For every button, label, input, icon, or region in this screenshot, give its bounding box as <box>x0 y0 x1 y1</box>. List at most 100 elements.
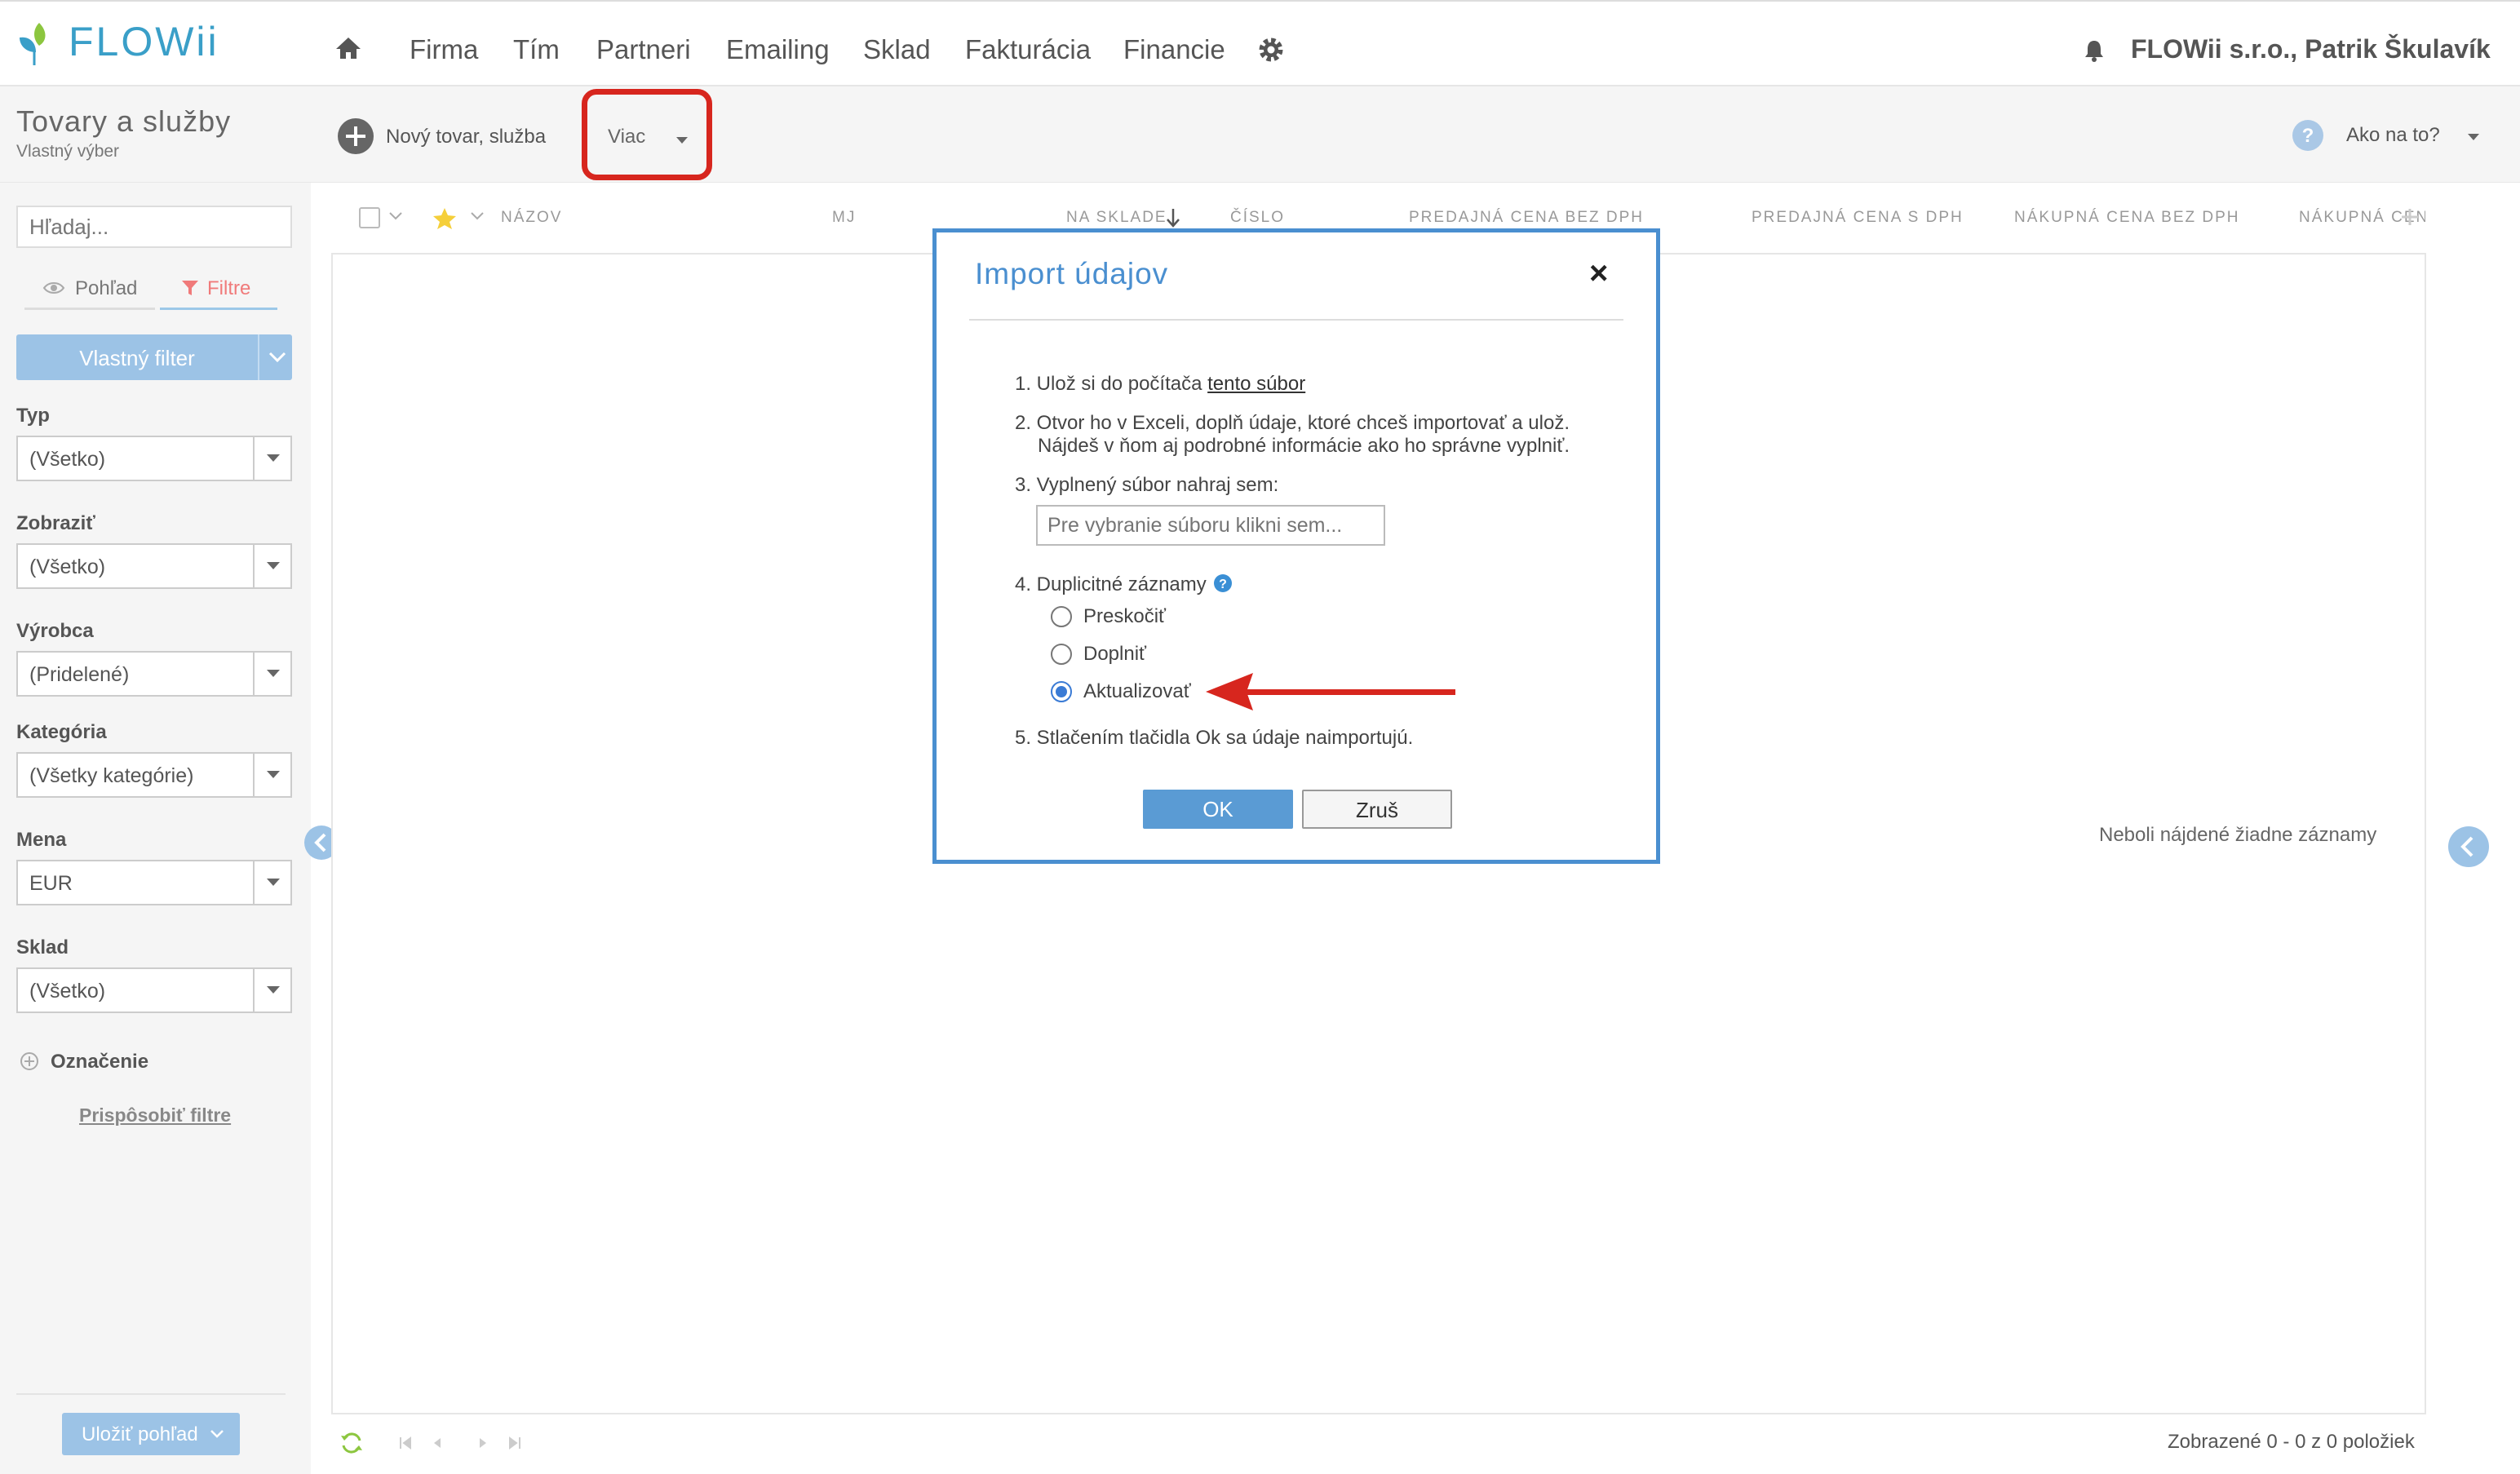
nav-emailing[interactable]: Emailing <box>726 34 830 65</box>
eye-icon <box>42 282 65 294</box>
save-view-button[interactable]: Uložiť pohľad <box>62 1413 240 1455</box>
tag-filter-toggle[interactable]: Označenie <box>20 1047 183 1077</box>
radio-button[interactable] <box>1051 606 1072 627</box>
select-value: (Všetko) <box>29 980 106 1003</box>
chevron-down-icon <box>676 137 688 144</box>
gear-icon[interactable] <box>1256 35 1286 64</box>
tab-filters[interactable]: Filtre <box>160 269 277 310</box>
filter-select-sklad[interactable]: (Všetko) <box>16 967 292 1013</box>
star-icon[interactable] <box>432 207 457 230</box>
tab-view[interactable]: Pohľad <box>24 269 155 310</box>
filter-icon <box>182 281 198 295</box>
expand-panel-icon[interactable] <box>2447 826 2490 868</box>
dropdown-arrow-icon <box>253 861 290 904</box>
filter-select-vyrobca[interactable]: (Pridelené) <box>16 651 292 697</box>
column-header-number[interactable]: ČÍSLO <box>1230 209 1285 227</box>
select-value: (Všetky kategórie) <box>29 764 194 787</box>
column-header-unit[interactable]: MJ <box>832 209 856 227</box>
tag-label: Označenie <box>51 1051 149 1073</box>
select-value: EUR <box>29 872 73 895</box>
chevron-down-icon[interactable] <box>388 210 403 222</box>
select-value: (Všetko) <box>29 448 106 471</box>
nav-sklad[interactable]: Sklad <box>863 34 931 65</box>
help-chevron-down-icon[interactable] <box>2468 134 2479 140</box>
chevron-down-icon <box>210 1430 224 1438</box>
filter-select-zobrazit[interactable]: (Všetko) <box>16 543 292 589</box>
filter-label-vyrobca: Výrobca <box>16 620 94 642</box>
info-icon[interactable]: ? <box>1213 573 1233 593</box>
help-icon[interactable]: ? <box>2292 119 2324 152</box>
page-subtitle: Vlastný výber <box>16 142 120 161</box>
step-2-line-1: 2. Otvor ho v Exceli, doplň údaje, ktoré… <box>1015 412 1570 434</box>
cancel-button[interactable]: Zruš <box>1302 790 1452 829</box>
radio-option-skip[interactable]: Preskočiť <box>1051 603 1230 631</box>
sidebar: Pohľad Filtre Vlastný filter Typ (Všetko… <box>0 183 311 1474</box>
column-header-name[interactable]: NÁZOV <box>501 209 562 227</box>
filter-label-sklad: Sklad <box>16 936 69 958</box>
radio-option-fill[interactable]: Doplniť <box>1051 640 1230 668</box>
top-navigation: FLOWii Firma Tím Partneri Emailing Sklad… <box>0 0 2520 86</box>
column-settings-icon[interactable] <box>2400 207 2420 227</box>
more-label: Viac <box>608 126 646 148</box>
filter-label-typ: Typ <box>16 405 50 427</box>
filter-label-mena: Mena <box>16 829 67 851</box>
import-dialog: Import údajov × 1. Ulož si do počítača t… <box>932 228 1660 864</box>
svg-text:?: ? <box>1220 578 1228 591</box>
file-upload-input[interactable] <box>1036 505 1385 546</box>
step-1-text: 1. Ulož si do počítača <box>1015 373 1202 395</box>
dropdown-arrow-icon <box>253 653 290 695</box>
nav-fakturacia[interactable]: Fakturácia <box>965 34 1091 65</box>
toolbar: Tovary a služby Vlastný výber Nový tovar… <box>0 86 2520 183</box>
radio-option-update[interactable]: Aktualizovať <box>1051 678 1230 706</box>
plus-circle-icon <box>20 1052 38 1070</box>
customize-filters-link[interactable]: Prispôsobiť filtre <box>79 1104 231 1127</box>
radio-label-update: Aktualizovať <box>1083 680 1191 702</box>
refresh-icon[interactable] <box>339 1431 364 1455</box>
filter-select-typ[interactable]: (Všetko) <box>16 436 292 481</box>
search-input[interactable] <box>16 206 292 248</box>
select-value: (Pridelené) <box>29 663 130 686</box>
select-value: (Všetko) <box>29 556 106 578</box>
template-file-link[interactable]: tento súbor <box>1207 373 1305 395</box>
step-5: 5. Stlačením tlačidla Ok sa údaje naimpo… <box>1015 727 1414 749</box>
nav-financie[interactable]: Financie <box>1123 34 1225 65</box>
filter-select-mena[interactable]: EUR <box>16 860 292 905</box>
column-header-sale-price-excl-vat[interactable]: PREDAJNÁ CENA BEZ DPH <box>1409 209 1644 227</box>
help-label[interactable]: Ako na to? <box>2346 124 2440 147</box>
select-all-checkbox[interactable] <box>359 207 380 228</box>
bell-icon[interactable] <box>2084 39 2105 62</box>
column-header-purchase-price-excl-vat[interactable]: NÁKUPNÁ CENA BEZ DPH <box>2014 209 2240 227</box>
last-page-icon[interactable] <box>507 1436 522 1450</box>
home-icon[interactable] <box>334 36 362 60</box>
radio-label-fill: Doplniť <box>1083 643 1147 665</box>
next-page-icon[interactable] <box>478 1436 489 1450</box>
chevron-down-icon[interactable] <box>470 210 485 222</box>
sort-down-arrow-icon <box>1167 209 1180 228</box>
nav-partneri[interactable]: Partneri <box>596 34 691 65</box>
new-item-label: Nový tovar, služba <box>386 126 547 148</box>
ok-button[interactable]: OK <box>1143 790 1293 829</box>
logo[interactable]: FLOWii <box>15 15 235 72</box>
new-item-button[interactable]: Nový tovar, služba <box>337 116 557 157</box>
dialog-title-divider <box>969 319 1623 321</box>
more-dropdown[interactable]: Viac <box>600 121 698 153</box>
nav-tim[interactable]: Tím <box>513 34 560 65</box>
tab-view-label: Pohľad <box>75 277 138 299</box>
column-header-stock[interactable]: NA SKLADE <box>1066 209 1167 227</box>
radio-button-selected[interactable] <box>1051 681 1072 702</box>
custom-filter-button[interactable]: Vlastný filter <box>16 334 292 380</box>
prev-page-icon[interactable] <box>431 1436 442 1450</box>
filter-label-zobrazit: Zobraziť <box>16 512 95 534</box>
step-4: 4. Duplicitné záznamy ? <box>1015 573 1233 596</box>
nav-firma[interactable]: Firma <box>410 34 478 65</box>
radio-button[interactable] <box>1051 644 1072 665</box>
close-icon[interactable]: × <box>1589 255 1608 292</box>
red-annotation-arrow-icon <box>1206 673 1455 710</box>
user-name[interactable]: FLOWii s.r.o., Patrik Škulavík <box>2131 34 2491 64</box>
custom-filter-label: Vlastný filter <box>79 346 195 370</box>
filter-select-kategoria[interactable]: (Všetky kategórie) <box>16 752 292 798</box>
save-view-label: Uložiť pohľad <box>82 1423 198 1445</box>
first-page-icon[interactable] <box>398 1436 413 1450</box>
dropdown-arrow-icon <box>253 969 290 1011</box>
column-header-sale-price-incl-vat[interactable]: PREDAJNÁ CENA S DPH <box>1752 209 1964 227</box>
